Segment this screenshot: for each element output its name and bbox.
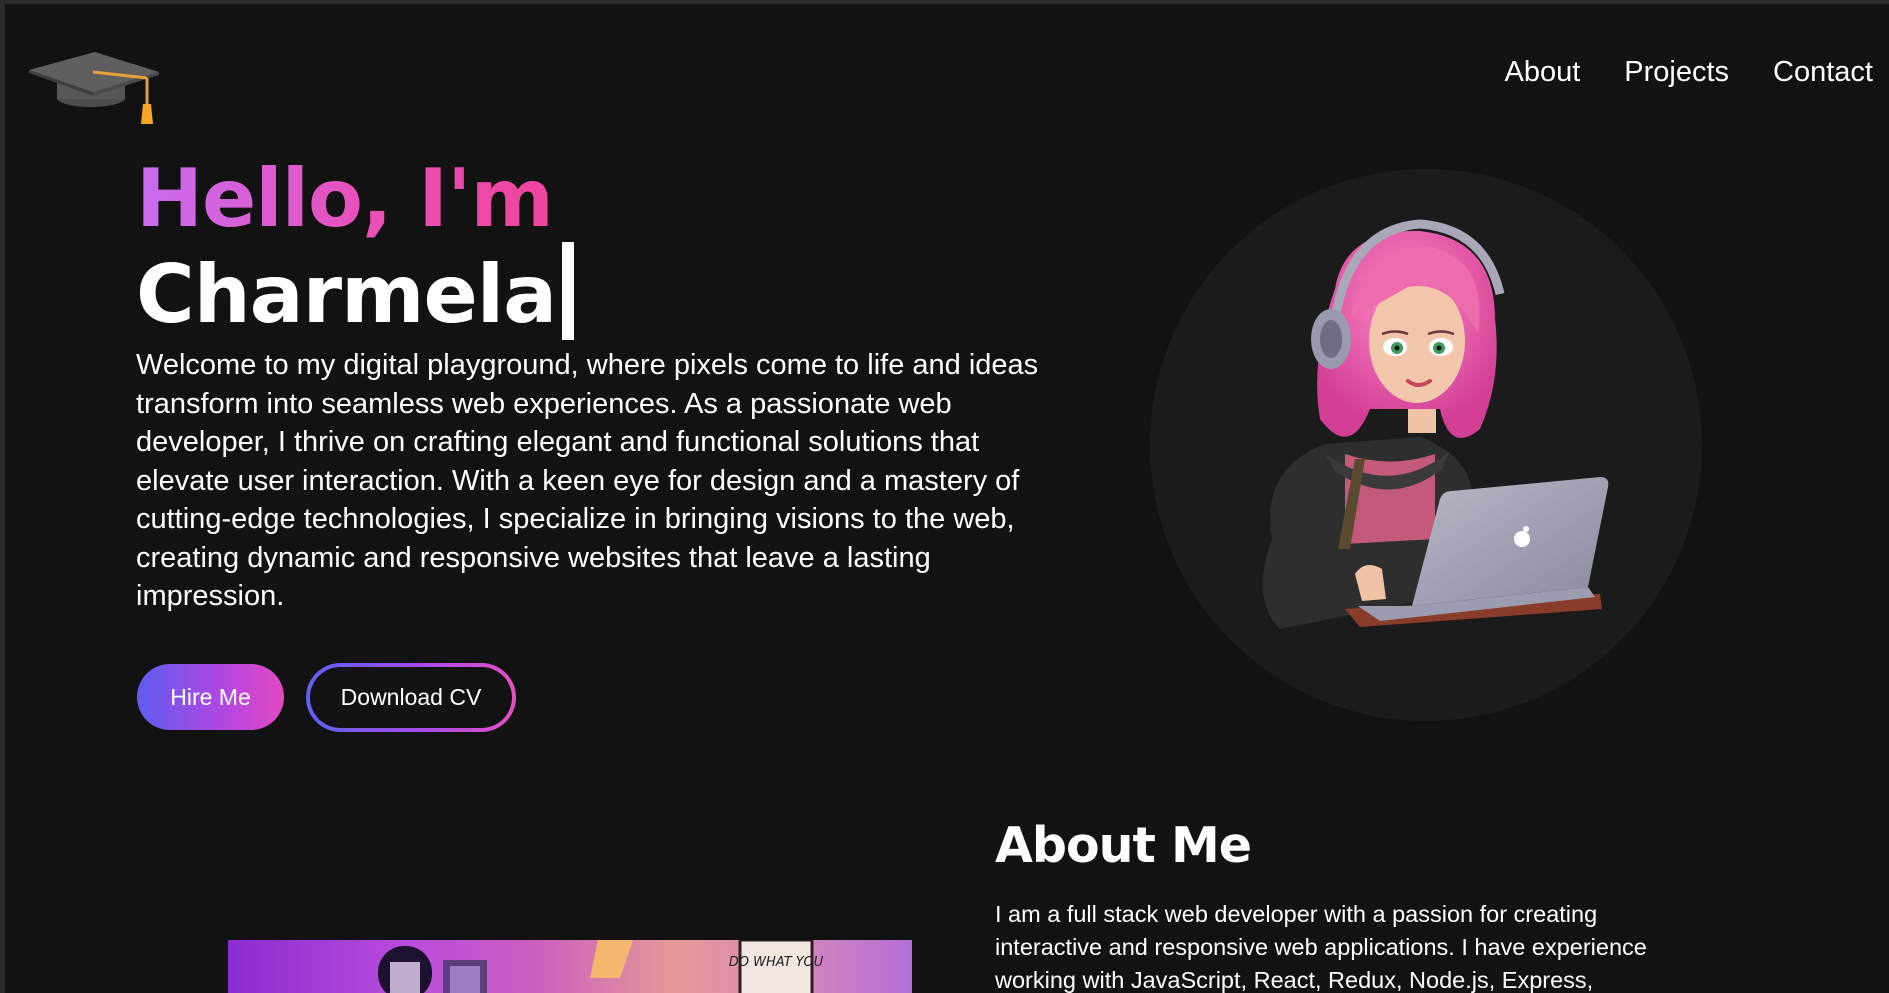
typing-cursor	[562, 242, 575, 340]
about-title: About Me	[995, 817, 1252, 874]
main-nav: About Projects Contact	[1504, 48, 1873, 96]
about-photo: DO WHAT YOU	[228, 940, 912, 993]
hire-me-button[interactable]: Hire Me	[137, 664, 284, 730]
about-photo-sign-text: DO WHAT YOU	[729, 955, 824, 970]
download-cv-button[interactable]: Download CV	[306, 663, 516, 732]
hero-name-line: Charmela	[136, 242, 575, 341]
hero-greeting: Hello, I'm	[136, 156, 574, 242]
nav-link-projects[interactable]: Projects	[1624, 48, 1729, 96]
about-text: I am a full stack web developer with a p…	[995, 901, 1647, 993]
nav-link-contact[interactable]: Contact	[1773, 48, 1873, 96]
hero-title: Hello, I'm Charmela	[136, 156, 575, 341]
hero-intro-text: Welcome to my digital playground, where …	[136, 349, 1039, 612]
browser-viewport: About Projects Contact Hello, I'm Charme…	[5, 4, 1889, 993]
graduation-cap-logo-icon[interactable]	[29, 42, 165, 126]
nav-link-about[interactable]: About	[1504, 48, 1580, 96]
hero-name: Charmela	[136, 248, 557, 341]
hero-avatar-image	[1150, 169, 1702, 721]
download-cv-label: Download CV	[310, 667, 512, 728]
